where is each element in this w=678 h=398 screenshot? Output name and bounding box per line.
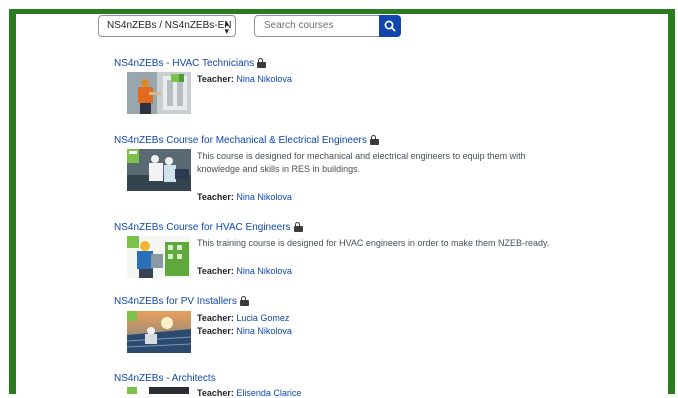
course-image[interactable] (127, 311, 191, 353)
course-title-text: NS4nZEBs for PV Installers (114, 296, 237, 307)
page-frame-top (9, 9, 675, 14)
course-summary-line: This course is designed for mechanical a… (197, 151, 526, 161)
course-summary-line: knowledge and skills in RES in buildings… (197, 164, 361, 174)
category-select[interactable]: NS4nZEBs / NS4nZEBs-EN ▴ ▾ (98, 15, 236, 37)
course-summary-line: This training course is designed for HVA… (197, 238, 550, 248)
page-frame-left (9, 9, 16, 394)
teacher-link[interactable]: Nina Nikolova (236, 74, 292, 84)
course-summary: This course is designed for mechanical a… (197, 150, 577, 176)
course-title-text: NS4nZEBs Course for HVAC Engineers (114, 222, 291, 233)
course-title-text: NS4nZEBs - HVAC Technicians (114, 58, 255, 69)
course-image[interactable] (127, 236, 191, 278)
lock-icon (293, 222, 303, 232)
teacher-label: Teacher: (197, 192, 234, 202)
course-image[interactable] (127, 149, 191, 191)
search-button[interactable] (379, 15, 401, 37)
lock-icon (369, 135, 379, 145)
teacher-link[interactable]: Nina Nikolova (236, 192, 292, 202)
teacher-line: Teacher: Nina Nikolova (197, 74, 292, 84)
teacher-link[interactable]: Elisenda Clarice (236, 388, 301, 398)
teacher-label: Teacher: (197, 74, 234, 84)
course-image[interactable] (127, 387, 191, 394)
course-title-link[interactable]: NS4nZEBs Course for Mechanical & Electri… (114, 135, 379, 146)
course-image[interactable] (127, 72, 191, 114)
course-title-link[interactable]: NS4nZEBs - HVAC Technicians (114, 58, 267, 69)
page-frame-right (668, 9, 675, 394)
teacher-line: Teacher: Nina Nikolova (197, 192, 292, 202)
lock-icon (239, 296, 249, 306)
search-input[interactable]: Search courses (254, 15, 380, 37)
teacher-link[interactable]: Nina Nikolova (236, 266, 292, 276)
teacher-line: Teacher: Elisenda Clarice (197, 388, 301, 398)
teacher-label: Teacher: (197, 313, 234, 323)
course-title-link[interactable]: NS4nZEBs for PV Installers (114, 296, 249, 307)
teacher-line: Teacher: Lucia Gomez (197, 313, 289, 323)
course-title-link[interactable]: NS4nZEBs - Architects (114, 373, 216, 384)
teacher-label: Teacher: (197, 266, 234, 276)
teacher-label: Teacher: (197, 326, 234, 336)
course-summary: This training course is designed for HVA… (197, 237, 577, 250)
updown-arrows-icon: ▴ ▾ (224, 18, 229, 36)
search-icon (384, 20, 396, 32)
lock-icon (257, 58, 267, 68)
teacher-link[interactable]: Lucia Gomez (236, 313, 289, 323)
teacher-line: Teacher: Nina Nikolova (197, 266, 292, 276)
course-title-link[interactable]: NS4nZEBs Course for HVAC Engineers (114, 222, 303, 233)
course-title-text: NS4nZEBs - Architects (114, 373, 216, 384)
teacher-link[interactable]: Nina Nikolova (236, 326, 292, 336)
course-title-text: NS4nZEBs Course for Mechanical & Electri… (114, 135, 367, 146)
teacher-label: Teacher: (197, 388, 234, 398)
teacher-line: Teacher: Nina Nikolova (197, 326, 292, 336)
category-select-value: NS4nZEBs / NS4nZEBs-EN (107, 20, 232, 31)
